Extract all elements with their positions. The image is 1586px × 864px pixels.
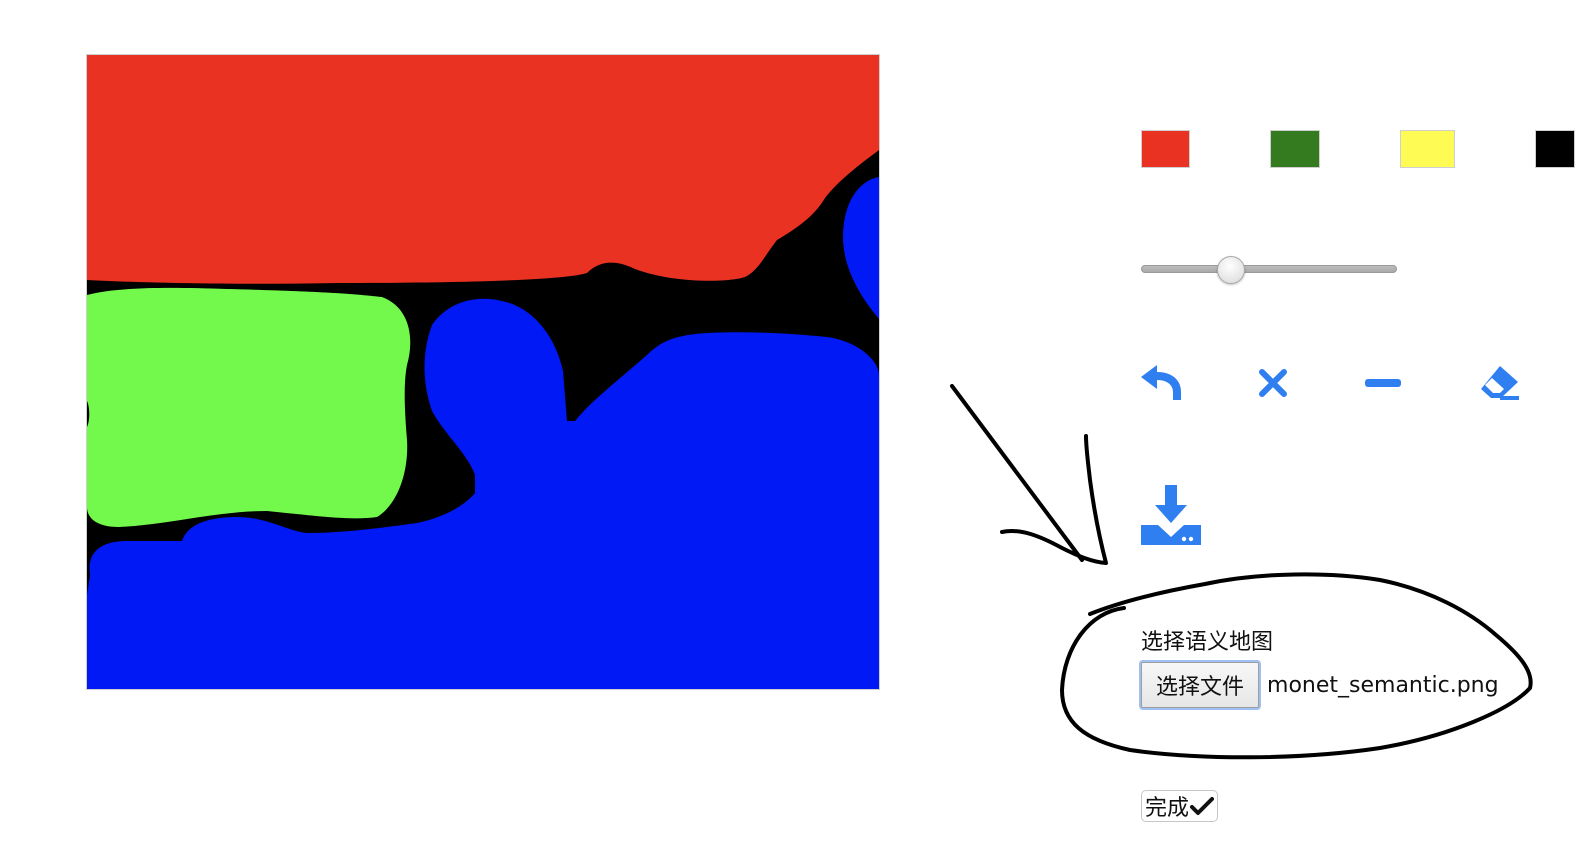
slider-track[interactable] bbox=[1141, 265, 1397, 273]
annotation-arrow-shaft bbox=[950, 384, 1084, 562]
semantic-map-chooser: 选择语义地图 选择文件 monet_semantic.png bbox=[1141, 628, 1499, 708]
eraser-button[interactable] bbox=[1478, 364, 1522, 402]
done-label: 完成 bbox=[1145, 796, 1190, 821]
red-region bbox=[87, 55, 879, 284]
download-button[interactable] bbox=[1141, 485, 1201, 545]
color-swatch-yellow[interactable] bbox=[1400, 130, 1455, 168]
semantic-map-label: 选择语义地图 bbox=[1141, 630, 1274, 655]
annotation-arrow-head bbox=[1000, 434, 1108, 565]
minus-icon bbox=[1365, 379, 1401, 387]
file-input-row: 选择文件 monet_semantic.png bbox=[1141, 662, 1499, 708]
semantic-map-preview bbox=[87, 55, 879, 689]
undo-button[interactable] bbox=[1139, 364, 1183, 402]
close-icon bbox=[1259, 369, 1287, 397]
choose-file-button[interactable]: 选择文件 bbox=[1141, 662, 1260, 708]
check-icon bbox=[1190, 797, 1215, 815]
color-swatch-black[interactable] bbox=[1535, 130, 1575, 168]
green-region bbox=[87, 287, 411, 527]
color-swatch-red[interactable] bbox=[1141, 130, 1190, 168]
drawing-canvas[interactable] bbox=[86, 54, 880, 690]
line-button[interactable] bbox=[1365, 375, 1401, 391]
slider-thumb[interactable] bbox=[1216, 256, 1245, 284]
done-button[interactable]: 完成 bbox=[1141, 790, 1219, 822]
brush-size-slider[interactable] bbox=[1141, 256, 1397, 284]
undo-icon bbox=[1141, 365, 1181, 400]
clear-button[interactable] bbox=[1257, 367, 1289, 399]
download-icon bbox=[1141, 485, 1201, 545]
color-swatch-green[interactable] bbox=[1270, 130, 1320, 168]
eraser-icon bbox=[1481, 366, 1519, 400]
selected-file-name: monet_semantic.png bbox=[1267, 672, 1499, 698]
